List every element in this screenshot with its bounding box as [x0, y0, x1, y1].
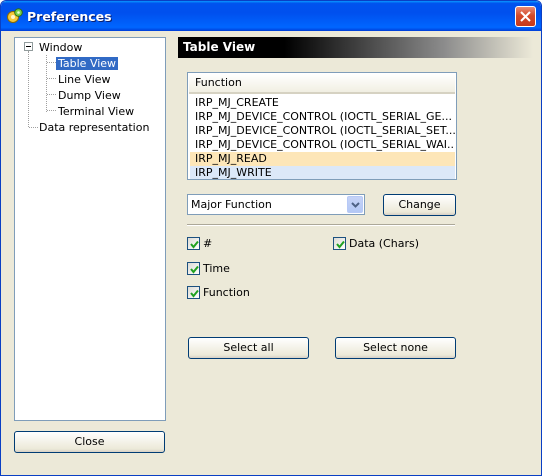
tree-connector — [47, 78, 56, 79]
checkmark-icon — [190, 265, 199, 274]
dropdown-arrow-button[interactable] — [347, 196, 363, 213]
tree-connector — [28, 51, 29, 127]
preferences-tree[interactable]: Window Table View Line View Dump View Te… — [14, 37, 166, 421]
tree-item-dump-view[interactable]: Dump View — [56, 88, 123, 103]
tree-item-label: Window — [39, 41, 83, 54]
checkbox-box[interactable] — [187, 237, 200, 250]
list-item[interactable]: IRP_MJ_DEVICE_CONTROL (IOCTL_SERIAL_SET.… — [190, 124, 455, 138]
checkbox-box[interactable] — [333, 237, 346, 250]
list-item[interactable]: IRP_MJ_WRITE — [190, 166, 455, 179]
title-bar[interactable]: Preferences — [1, 1, 541, 31]
checkbox-label: Function — [203, 286, 250, 299]
color-by-dropdown[interactable]: Major Function — [187, 194, 365, 215]
change-button[interactable]: Change — [383, 194, 456, 216]
tree-connector — [47, 62, 56, 63]
checkmark-icon — [336, 240, 345, 249]
tree-connector — [47, 94, 56, 95]
tree-collapse-icon[interactable] — [24, 42, 33, 51]
divider — [187, 224, 455, 226]
tree-item-label: Table View — [56, 57, 119, 70]
tree-item-label: Data representation — [39, 121, 150, 134]
tree-item-table-view[interactable]: Table View — [56, 56, 119, 71]
app-gear-icon — [7, 8, 23, 23]
select-none-button[interactable]: Select none — [335, 337, 456, 359]
checkbox-label: Time — [203, 262, 230, 275]
close-button[interactable]: Close — [14, 431, 165, 453]
chevron-down-icon — [351, 202, 360, 208]
window-title: Preferences — [27, 9, 112, 24]
list-item[interactable]: IRP_MJ_DEVICE_CONTROL (IOCTL_SERIAL_WAI.… — [190, 138, 455, 152]
checkbox-box[interactable] — [187, 286, 200, 299]
select-all-button[interactable]: Select all — [188, 337, 309, 359]
checkmark-icon — [190, 240, 199, 249]
tree-item-data-representation[interactable]: Data representation — [37, 120, 151, 135]
tree-item-terminal-view[interactable]: Terminal View — [56, 104, 136, 119]
dropdown-value: Major Function — [191, 198, 272, 211]
close-window-button[interactable] — [515, 6, 536, 27]
close-icon — [520, 11, 531, 22]
tree-item-label: Dump View — [58, 89, 121, 102]
checkbox-label: Data (Chars) — [349, 237, 419, 250]
tree-connector — [46, 55, 47, 112]
checkbox-label: # — [203, 237, 213, 250]
checkmark-icon — [190, 289, 199, 298]
function-list[interactable]: Function IRP_MJ_CREATE IRP_MJ_DEVICE_CON… — [187, 72, 457, 180]
tree-item-window[interactable]: Window — [37, 40, 84, 55]
section-title: Table View — [178, 37, 533, 58]
list-item[interactable]: IRP_MJ_DEVICE_CONTROL (IOCTL_SERIAL_GE..… — [190, 110, 455, 124]
tree-item-line-view[interactable]: Line View — [56, 72, 113, 87]
checkbox-box[interactable] — [187, 262, 200, 275]
tree-item-label: Line View — [58, 73, 111, 86]
list-item[interactable]: IRP_MJ_CREATE — [190, 96, 455, 110]
tree-item-label: Terminal View — [58, 105, 135, 118]
tree-connector — [47, 110, 56, 111]
list-item[interactable]: IRP_MJ_READ — [190, 152, 455, 166]
preferences-window: Preferences Window Table View Line View … — [0, 0, 542, 476]
column-header-function[interactable]: Function — [189, 74, 455, 94]
